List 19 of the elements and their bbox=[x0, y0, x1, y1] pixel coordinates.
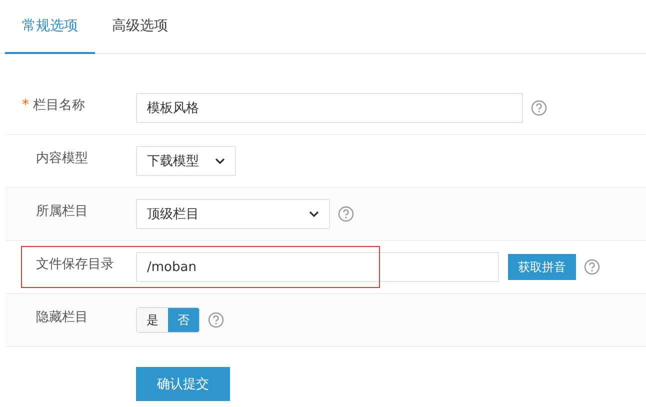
field-label: 隐藏栏目 bbox=[36, 309, 88, 326]
select-field[interactable]: 下载模型 bbox=[136, 146, 236, 176]
field-label: 栏目名称 bbox=[33, 97, 85, 114]
help-icon[interactable] bbox=[338, 206, 354, 222]
toggle-option[interactable]: 是 bbox=[137, 308, 168, 332]
caret-icon bbox=[215, 158, 225, 164]
help-icon[interactable] bbox=[208, 312, 224, 328]
required-mark: * bbox=[22, 97, 29, 113]
select-field[interactable]: 顶级栏目 bbox=[136, 199, 330, 229]
help-icon[interactable] bbox=[584, 259, 600, 275]
tab[interactable]: 常规选项 bbox=[5, 0, 95, 54]
text-field[interactable]: 模板风格 bbox=[136, 93, 523, 123]
field-label: 文件保存目录 bbox=[36, 256, 114, 273]
help-icon[interactable] bbox=[531, 100, 547, 116]
tab[interactable]: 高级选项 bbox=[95, 0, 185, 54]
field-label: 所属栏目 bbox=[36, 203, 88, 220]
caret-icon bbox=[309, 211, 319, 217]
field-label: 内容模型 bbox=[36, 150, 88, 167]
text-field[interactable]: /moban bbox=[136, 252, 499, 282]
